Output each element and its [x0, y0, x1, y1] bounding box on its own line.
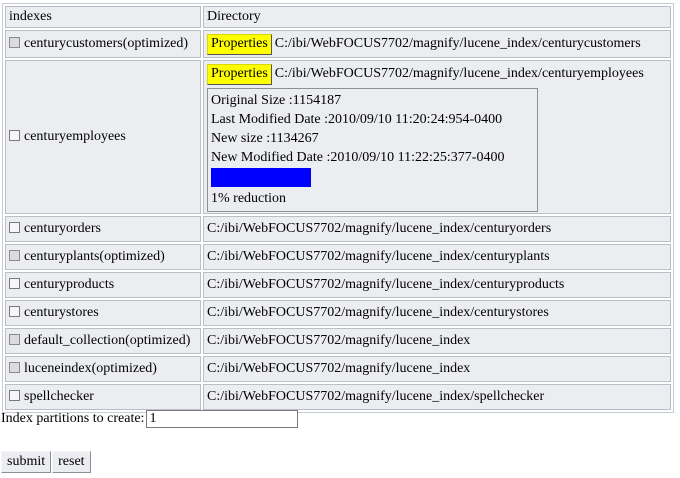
submit-button[interactable]: submit	[1, 451, 52, 473]
reduction-label: 1% reduction	[211, 191, 287, 206]
index-checkbox[interactable]	[9, 37, 20, 48]
header-indexes: indexes	[5, 6, 201, 28]
directory-cell: Properties C:/ibi/WebFOCUS7702/magnify/lu…	[203, 30, 671, 58]
directory-path: C:/ibi/WebFOCUS7702/magnify/lucene_index…	[203, 244, 671, 270]
directory-path: C:/ibi/WebFOCUS7702/magnify/lucene_index…	[203, 384, 671, 410]
directory-path: C:/ibi/WebFOCUS7702/magnify/lucene_index…	[274, 66, 644, 81]
index-table: indexes Directory centurycustomers(optim…	[2, 3, 674, 413]
directory-path: C:/ibi/WebFOCUS7702/magnify/lucene_index	[203, 328, 671, 354]
directory-path: C:/ibi/WebFOCUS7702/magnify/lucene_index…	[274, 35, 641, 51]
index-name-cell: spellchecker	[5, 384, 201, 410]
table-row: spellchecker C:/ibi/WebFOCUS7702/magnify…	[5, 384, 671, 410]
reduction-bar	[211, 168, 311, 187]
index-checkbox[interactable]	[9, 250, 20, 261]
partitions-row: Index partitions to create:	[1, 410, 299, 428]
form-actions: submit reset	[1, 451, 92, 473]
index-name: spellchecker	[24, 389, 94, 404]
table-row: centuryemployees Properties C:/ibi/WebFOC…	[5, 60, 671, 214]
index-checkbox[interactable]	[9, 334, 20, 345]
table-row: centuryorders C:/ibi/WebFOCUS7702/magnif…	[5, 216, 671, 242]
index-name-cell: centuryemployees	[5, 60, 201, 214]
index-name: centuryproducts	[24, 277, 115, 292]
new-modified-date: New Modified Date :2010/09/10 11:22:25:3…	[211, 150, 505, 165]
index-name-cell: centurystores	[5, 300, 201, 326]
properties-button[interactable]: Properties	[207, 33, 272, 55]
table-row: centuryproducts C:/ibi/WebFOCUS7702/magn…	[5, 272, 671, 298]
index-name: centurystores	[24, 305, 99, 320]
table-row: centuryplants(optimized) C:/ibi/WebFOCUS…	[5, 244, 671, 270]
directory-path: C:/ibi/WebFOCUS7702/magnify/lucene_index…	[203, 300, 671, 326]
table-row: centurycustomers(optimized) Properties C:…	[5, 30, 671, 58]
table-row: centurystores C:/ibi/WebFOCUS7702/magnif…	[5, 300, 671, 326]
index-name: default_collection(optimized)	[24, 333, 191, 348]
directory-path: C:/ibi/WebFOCUS7702/magnify/lucene_index…	[203, 216, 671, 242]
index-checkbox[interactable]	[9, 222, 20, 233]
directory-path: C:/ibi/WebFOCUS7702/magnify/lucene_index	[203, 356, 671, 382]
index-name: centuryemployees	[24, 129, 126, 144]
table-header-row: indexes Directory	[5, 6, 671, 28]
index-checkbox[interactable]	[9, 306, 20, 317]
index-name: luceneindex(optimized)	[24, 361, 157, 376]
partitions-input[interactable]	[146, 410, 299, 428]
index-checkbox[interactable]	[9, 390, 20, 401]
index-name-cell: default_collection(optimized)	[5, 328, 201, 354]
directory-cell: Properties C:/ibi/WebFOCUS7702/magnify/lu…	[203, 60, 671, 214]
header-directory: Directory	[203, 6, 671, 28]
index-name: centurycustomers(optimized)	[24, 36, 189, 51]
index-name-cell: centuryproducts	[5, 272, 201, 298]
table-row: default_collection(optimized) C:/ibi/Web…	[5, 328, 671, 354]
index-name: centuryplants(optimized)	[24, 249, 165, 264]
original-size: Original Size :1154187	[211, 93, 342, 108]
index-name-cell: centuryplants(optimized)	[5, 244, 201, 270]
last-modified-date: Last Modified Date :2010/09/10 11:20:24:…	[211, 112, 503, 127]
partitions-label: Index partitions to create:	[1, 411, 145, 427]
index-checkbox[interactable]	[9, 278, 20, 289]
index-checkbox[interactable]	[9, 130, 20, 141]
new-size: New size :1134267	[211, 131, 319, 146]
index-name-cell: centurycustomers(optimized)	[5, 30, 201, 58]
index-name-cell: luceneindex(optimized)	[5, 356, 201, 382]
table-row: luceneindex(optimized) C:/ibi/WebFOCUS77…	[5, 356, 671, 382]
index-name-cell: centuryorders	[5, 216, 201, 242]
properties-panel: Original Size :1154187 Last Modified Dat…	[207, 88, 538, 212]
index-name: centuryorders	[24, 221, 101, 236]
reset-button[interactable]: reset	[52, 451, 91, 473]
index-checkbox[interactable]	[9, 362, 20, 373]
properties-button[interactable]: Properties	[207, 64, 272, 85]
directory-path: C:/ibi/WebFOCUS7702/magnify/lucene_index…	[203, 272, 671, 298]
